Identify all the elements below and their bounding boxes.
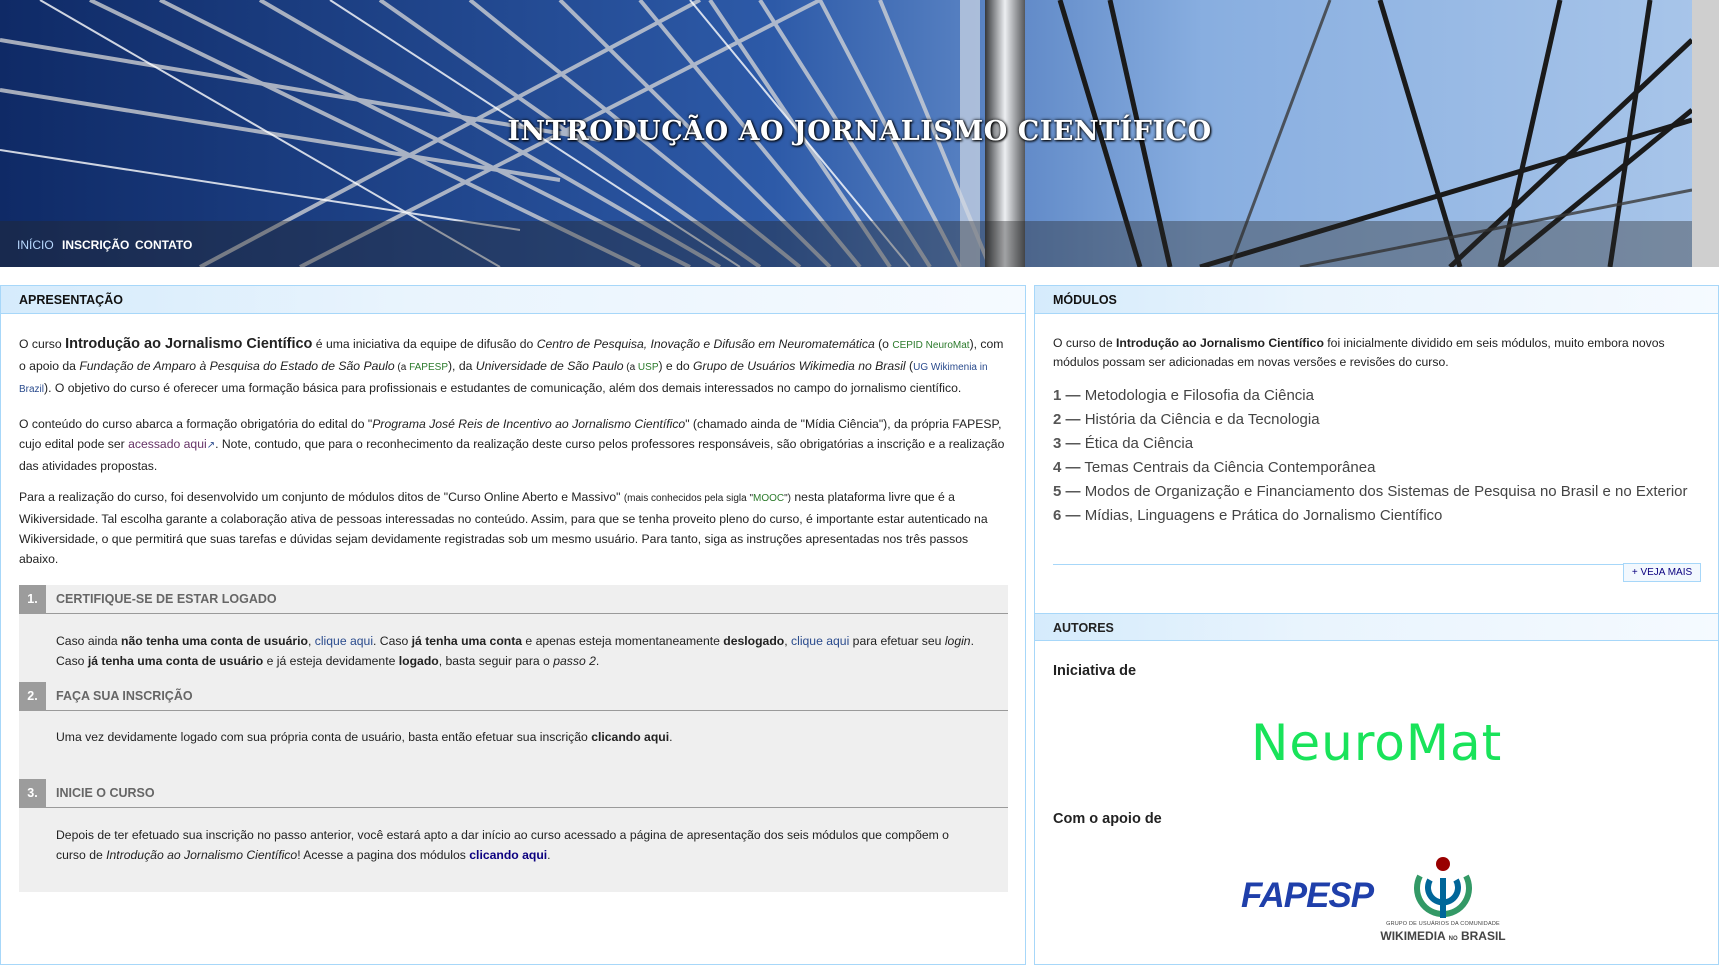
module-item-4[interactable]: 4 — Temas Centrais da Ciência Contemporâ… (1053, 456, 1703, 480)
fapesp-link[interactable]: FAPESP (409, 362, 448, 373)
step-1-text: Caso ainda não tenha uma conta de usuári… (56, 634, 974, 668)
step-title: INICIE O CURSO (56, 786, 155, 800)
step-1: 1. CERTIFIQUE-SE DE ESTAR LOGADO Caso ai… (19, 585, 1008, 682)
step-3: 3. INICIE O CURSO Depois de ter efetuado… (19, 779, 1008, 892)
iniciativa-label: Iniciativa de (1053, 663, 1137, 679)
edital-link[interactable]: acessado aqui (128, 437, 207, 451)
nav-contato[interactable]: CONTATO (135, 238, 192, 252)
step-title: CERTIFIQUE-SE DE ESTAR LOGADO (56, 592, 277, 606)
module-item-3[interactable]: 3 — Ética da Ciência (1053, 432, 1703, 456)
wikimedia-name: WIKIMEDIA NO BRASIL (1380, 929, 1506, 943)
apoio-label: Com o apoio de (1053, 811, 1162, 827)
step-number: 2. (19, 682, 46, 711)
divider (1053, 564, 1701, 565)
step-number: 3. (19, 779, 46, 808)
step-2-text: Uma vez devidamente logado com sua própr… (56, 730, 673, 744)
modulos-intro: O curso de Introdução ao Jornalismo Cien… (1053, 336, 1665, 369)
autores-heading: AUTORES (1035, 613, 1718, 641)
nav-inscricao[interactable]: INSCRIÇÃO (62, 238, 129, 252)
login-link[interactable]: clique aqui (791, 634, 849, 648)
banner-scrollbar[interactable] (1692, 0, 1719, 267)
top-nav: INÍCIO INSCRIÇÃO CONTATO (0, 221, 1692, 267)
mooc-link[interactable]: MOOC (753, 493, 784, 504)
modules-list: 1 — Metodologia e Filosofia da Ciência 2… (1053, 384, 1703, 528)
module-item-5[interactable]: 5 — Modos de Organização e Financiamento… (1053, 480, 1703, 504)
modules-link[interactable]: clicando aqui (469, 848, 547, 862)
intro-paragraph-1: O curso Introdução ao Jornalismo Científ… (19, 336, 1004, 395)
module-item-6[interactable]: 6 — Mídias, Linguagens e Prática do Jorn… (1053, 504, 1703, 528)
create-account-link[interactable]: clique aqui (315, 634, 373, 648)
step-3-text: Depois de ter efetuado sua inscrição no … (56, 828, 949, 862)
apresentacao-panel: APRESENTAÇÃO O curso Introdução ao Jorna… (0, 285, 1026, 965)
neuromat-logo[interactable]: NeuroMat (1251, 714, 1502, 772)
external-link-icon: ↗ (206, 440, 216, 451)
cepid-link[interactable]: CEPID NeuroMat (892, 340, 969, 351)
module-item-2[interactable]: 2 — História da Ciência e da Tecnologia (1053, 408, 1703, 432)
modulos-heading: MÓDULOS (1035, 286, 1718, 314)
module-item-1[interactable]: 1 — Metodologia e Filosofia da Ciência (1053, 384, 1703, 408)
site-title: INTRODUÇÃO AO JORNALISMO CIENTÍFICO (507, 116, 1212, 147)
step-number: 1. (19, 585, 46, 614)
intro-paragraph-2: O conteúdo do curso abarca a formação ob… (19, 417, 1005, 473)
intro-paragraph-3: Para a realização do curso, foi desenvol… (19, 490, 988, 566)
register-link[interactable]: clicando aqui (591, 730, 669, 744)
usp-link[interactable]: USP (638, 362, 659, 373)
wikimedia-group-text: GRUPO DE USUÁRIOS DA COMUNIDADE (1386, 921, 1500, 927)
header-banner: INTRODUÇÃO AO JORNALISMO CIENTÍFICO INÍC… (0, 0, 1719, 267)
apresentacao-heading: APRESENTAÇÃO (1, 286, 1025, 314)
nav-inicio[interactable]: INÍCIO (17, 238, 54, 252)
step-2: 2. FAÇA SUA INSCRIÇÃO Uma vez devidament… (19, 682, 1008, 779)
modulos-panel: MÓDULOS O curso de Introdução ao Jornali… (1034, 285, 1719, 965)
step-title: FAÇA SUA INSCRIÇÃO (56, 689, 193, 703)
see-more-button[interactable]: + VEJA MAIS (1623, 563, 1701, 582)
fapesp-logo[interactable]: FAPESP (1241, 876, 1374, 916)
